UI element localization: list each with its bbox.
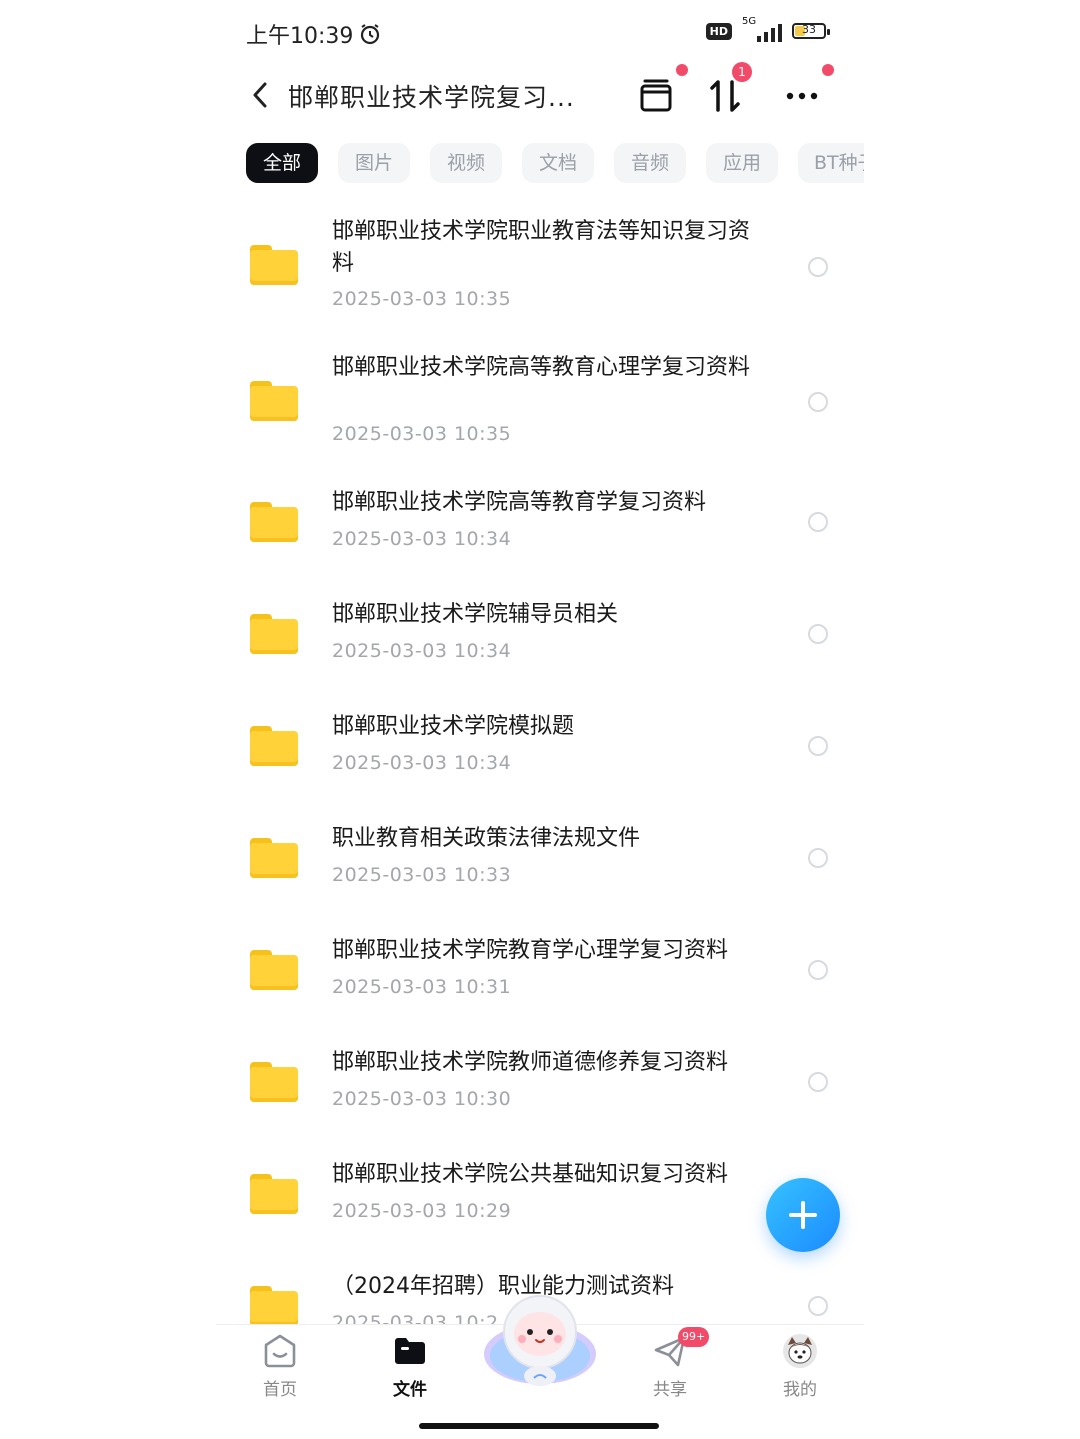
folder-icon: [250, 950, 298, 990]
status-time: 上午10:39: [246, 24, 354, 49]
add-button[interactable]: [766, 1178, 840, 1252]
list-item[interactable]: 邯郸职业技术学院高等教育学复习资料 2025-03-03 10:34: [216, 490, 864, 580]
list-item[interactable]: 邯郸职业技术学院教育学心理学复习资料 2025-03-03 10:31: [216, 938, 864, 1028]
tab-bt[interactable]: BT种子: [798, 143, 864, 183]
folder-nav-icon: [392, 1333, 428, 1369]
app-screen: 上午10:39 HD 5G 33 邯郸职业技术学院复习... 1 全部 图片 视…: [216, 0, 864, 1439]
nav-home[interactable]: 首页: [240, 1333, 320, 1400]
avatar: [782, 1333, 818, 1369]
select-radio[interactable]: [808, 848, 828, 868]
home-icon: [262, 1333, 298, 1369]
file-date: 2025-03-03 10:30: [332, 1088, 512, 1110]
folder-icon: [250, 726, 298, 766]
archive-icon[interactable]: [634, 74, 678, 118]
transfer-badge: 1: [732, 62, 752, 82]
home-indicator: [419, 1423, 659, 1429]
file-date: 2025-03-03 10:29: [332, 1200, 512, 1222]
file-name: 职业教育相关政策法律法规文件: [332, 826, 641, 851]
file-name: 邯郸职业技术学院公共基础知识复习资料: [332, 1162, 729, 1187]
select-radio[interactable]: [808, 736, 828, 756]
file-date: 2025-03-03 10:31: [332, 976, 512, 998]
signal-icon: 5G: [742, 16, 782, 42]
nav-mine[interactable]: 我的: [760, 1333, 840, 1400]
battery-level: 33: [802, 23, 816, 36]
nav-mine-label: 我的: [783, 1380, 817, 1400]
file-date: 2025-03-03 10:34: [332, 640, 512, 662]
tab-apps[interactable]: 应用: [706, 143, 778, 183]
tab-all[interactable]: 全部: [246, 143, 318, 183]
folder-icon: [250, 245, 298, 285]
file-date: 2025-03-03 10:2: [332, 1312, 499, 1324]
page-title: 邯郸职业技术学院复习...: [288, 83, 575, 112]
more-dot: [822, 64, 834, 76]
select-radio[interactable]: [808, 1296, 828, 1316]
nav-home-label: 首页: [263, 1380, 297, 1400]
select-radio[interactable]: [808, 392, 828, 412]
hd-badge: HD: [705, 22, 732, 40]
file-name: 邯郸职业技术学院模拟题: [332, 714, 575, 739]
folder-icon: [250, 838, 298, 878]
file-name: 邯郸职业技术学院教师道德修养复习资料: [332, 1050, 729, 1075]
nav-files-label: 文件: [393, 1380, 427, 1400]
file-date: 2025-03-03 10:35: [332, 288, 512, 310]
list-item[interactable]: 邯郸职业技术学院教师道德修养复习资料 2025-03-03 10:30: [216, 1050, 864, 1140]
alarm-icon: [361, 24, 380, 45]
tab-documents[interactable]: 文档: [522, 143, 594, 183]
tab-videos[interactable]: 视频: [430, 143, 502, 183]
status-bar-right: HD 5G 33: [705, 16, 830, 42]
select-radio[interactable]: [808, 960, 828, 980]
list-item[interactable]: 邯郸职业技术学院高等教育心理学复习资料 2025-03-03 10:35: [216, 340, 864, 460]
folder-icon: [250, 1286, 298, 1324]
battery-icon: 33: [792, 23, 830, 39]
share-badge: 99+: [678, 1327, 710, 1347]
file-date: 2025-03-03 10:34: [332, 528, 512, 550]
list-item[interactable]: 职业教育相关政策法律法规文件 2025-03-03 10:33: [216, 826, 864, 916]
file-name: 邯郸职业技术学院职业教育法等知识复习资料: [332, 219, 751, 276]
select-radio[interactable]: [808, 512, 828, 532]
file-date: 2025-03-03 10:35: [332, 423, 512, 445]
filter-tabs: 全部 图片 视频 文档 音频 应用 BT种子: [246, 143, 864, 183]
list-item[interactable]: 邯郸职业技术学院模拟题 2025-03-03 10:34: [216, 714, 864, 804]
send-icon: 99+: [652, 1327, 710, 1369]
folder-icon: [250, 381, 298, 421]
file-date: 2025-03-03 10:33: [332, 864, 512, 886]
network-type: 5G: [742, 16, 757, 27]
status-bar-left: 上午10:39: [246, 18, 381, 50]
select-radio[interactable]: [808, 1072, 828, 1092]
archive-dot: [676, 64, 688, 76]
select-radio[interactable]: [808, 624, 828, 644]
file-date: 2025-03-03 10:34: [332, 752, 512, 774]
header: 邯郸职业技术学院复习... 1: [216, 62, 864, 124]
back-icon[interactable]: [246, 80, 276, 110]
mascot-button[interactable]: [482, 1292, 598, 1392]
file-name: 邯郸职业技术学院教育学心理学复习资料: [332, 938, 729, 963]
file-name: 邯郸职业技术学院高等教育学复习资料: [332, 490, 707, 515]
file-name: 邯郸职业技术学院高等教育心理学复习资料: [332, 355, 751, 380]
folder-icon: [250, 1062, 298, 1102]
tab-audio[interactable]: 音频: [614, 143, 686, 183]
select-radio[interactable]: [808, 257, 828, 277]
nav-share-label: 共享: [653, 1380, 687, 1400]
list-item[interactable]: 邯郸职业技术学院辅导员相关 2025-03-03 10:34: [216, 602, 864, 692]
nav-share[interactable]: 99+ 共享: [630, 1327, 710, 1400]
tab-images[interactable]: 图片: [338, 143, 410, 183]
folder-icon: [250, 1174, 298, 1214]
nav-files[interactable]: 文件: [370, 1333, 450, 1400]
more-icon[interactable]: [780, 74, 824, 118]
folder-icon: [250, 502, 298, 542]
file-name: 邯郸职业技术学院辅导员相关: [332, 602, 619, 627]
list-item[interactable]: 邯郸职业技术学院职业教育法等知识复习资料 2025-03-03 10:35: [216, 200, 864, 320]
folder-icon: [250, 614, 298, 654]
